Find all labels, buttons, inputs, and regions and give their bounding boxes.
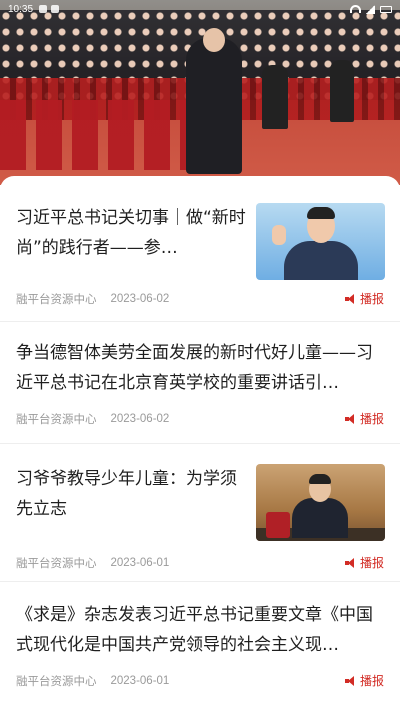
- broadcast-label: 播报: [359, 556, 384, 570]
- status-time: 10:35: [8, 3, 34, 15]
- news-meta: 融平台资源中心 2023-06-02 播报: [16, 290, 384, 307]
- news-title[interactable]: 习近平总书记关切事｜做“新时尚”的践行者——参…: [16, 203, 246, 263]
- hero-figure: [262, 65, 288, 129]
- status-right: [350, 4, 392, 14]
- news-date: 2023-06-01: [110, 674, 170, 687]
- broadcast-button[interactable]: 播报: [344, 290, 384, 307]
- news-item[interactable]: 《求是》杂志发表习近平总书记重要文章《中国式现代化是中国共产党领导的社会主义现……: [0, 582, 400, 710]
- news-date: 2023-06-02: [110, 292, 170, 305]
- news-source: 融平台资源中心: [16, 555, 97, 570]
- news-item[interactable]: 争当德智体美劳全面发展的新时代好儿童——习近平总书记在北京育英学校的重要讲话引……: [0, 322, 400, 444]
- broadcast-button[interactable]: 播报: [344, 410, 384, 427]
- status-bar: 10:35: [0, 0, 400, 18]
- news-source: 融平台资源中心: [16, 411, 97, 426]
- notification-icon: [51, 5, 60, 13]
- hero-figure: [330, 60, 354, 122]
- broadcast-label: 播报: [359, 412, 384, 426]
- news-item[interactable]: 习近平总书记关切事｜做“新时尚”的践行者——参… 融平台资源中心 2023-06…: [0, 176, 400, 322]
- news-meta: 融平台资源中心 2023-06-02 播报: [16, 410, 384, 427]
- speaker-icon: [344, 413, 357, 424]
- news-feed: 习近平总书记关切事｜做“新时尚”的践行者——参… 融平台资源中心 2023-06…: [0, 176, 400, 710]
- broadcast-label: 播报: [359, 674, 384, 688]
- news-title[interactable]: 《求是》杂志发表习近平总书记重要文章《中国式现代化是中国共产党领导的社会主义现…: [16, 600, 384, 660]
- broadcast-button[interactable]: 播报: [344, 672, 384, 689]
- hero-main-figure: [186, 28, 242, 174]
- speaker-icon: [344, 293, 357, 304]
- signal-icon: [366, 4, 375, 14]
- news-thumbnail[interactable]: [256, 203, 385, 280]
- hero-chairs: [0, 100, 200, 170]
- news-meta: 融平台资源中心 2023-06-01 播报: [16, 554, 384, 571]
- wifi-icon: [350, 5, 361, 13]
- news-thumbnail[interactable]: [256, 464, 385, 541]
- news-source: 融平台资源中心: [16, 673, 97, 688]
- speaker-icon: [344, 557, 357, 568]
- news-source: 融平台资源中心: [16, 291, 97, 306]
- speaker-icon: [344, 675, 357, 686]
- broadcast-label: 播报: [359, 292, 384, 306]
- notification-icon: [39, 5, 48, 13]
- news-item[interactable]: 习爷爷教导少年儿童：为学须先立志 融平台资源中心 2023-06-01 播报: [0, 444, 400, 582]
- broadcast-button[interactable]: 播报: [344, 554, 384, 571]
- hero-banner-image[interactable]: [0, 0, 400, 185]
- news-title[interactable]: 习爷爷教导少年儿童：为学须先立志: [16, 464, 246, 524]
- news-meta: 融平台资源中心 2023-06-01 播报: [16, 672, 384, 689]
- news-title[interactable]: 争当德智体美劳全面发展的新时代好儿童——习近平总书记在北京育英学校的重要讲话引…: [16, 338, 384, 398]
- battery-icon: [380, 5, 392, 13]
- news-date: 2023-06-02: [110, 412, 170, 425]
- news-date: 2023-06-01: [110, 556, 170, 569]
- notification-icons: [39, 5, 60, 13]
